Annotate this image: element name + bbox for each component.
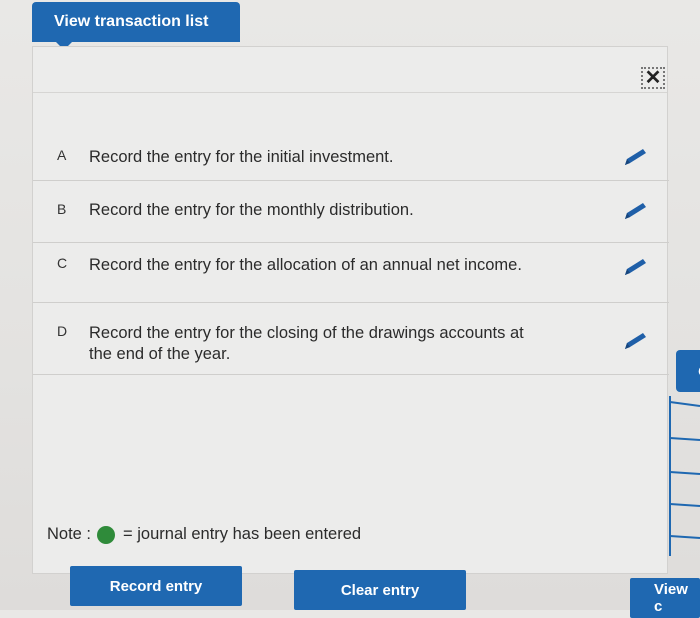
record-entry-button[interactable]: Record entry [70,566,242,606]
view-general-journal-button[interactable]: View c [630,578,700,618]
legend-note: Note : = journal entry has been entered [47,525,361,544]
clear-entry-label: Clear entry [340,581,420,599]
pencil-icon[interactable] [621,331,649,351]
view-transaction-list-button[interactable]: View transaction list [32,2,240,42]
divider [33,92,667,93]
transaction-letter: A [57,147,67,163]
note-suffix: = journal entry has been entered [123,525,362,543]
close-glyph: ✕ [644,67,662,89]
pencil-icon[interactable] [621,257,649,277]
transaction-row-a[interactable]: A Record the entry for the initial inves… [33,135,669,181]
transaction-letter: B [57,201,67,217]
transaction-text: Record the entry for the monthly distrib… [89,201,414,219]
transaction-text: Record the entry for the initial investm… [89,148,394,166]
pencil-icon[interactable] [621,147,649,167]
transaction-row-b[interactable]: B Record the entry for the monthly distr… [33,181,669,243]
transaction-text: Record the entry for the allocation of a… [89,256,522,274]
record-entry-label: Record entry [109,577,203,595]
close-icon[interactable]: ✕ [641,67,665,89]
side-rulings [669,396,700,556]
clear-entry-button[interactable]: Clear entry [294,570,466,610]
entered-indicator-dot [97,525,116,544]
transaction-text: Record the entry for the closing of the … [89,324,524,363]
view-transaction-list-label: View transaction list [54,13,209,30]
transaction-letter: C [57,255,68,271]
note-prefix: Note : [47,525,92,543]
transaction-panel: ✕ A Record the entry for the initial inv… [32,46,669,574]
transaction-row-d[interactable]: D Record the entry for the closing of th… [33,303,669,375]
pencil-icon[interactable] [621,201,649,221]
side-tab[interactable]: C [676,350,700,392]
transaction-letter: D [57,323,68,339]
transaction-row-c[interactable]: C Record the entry for the allocation of… [33,243,669,303]
